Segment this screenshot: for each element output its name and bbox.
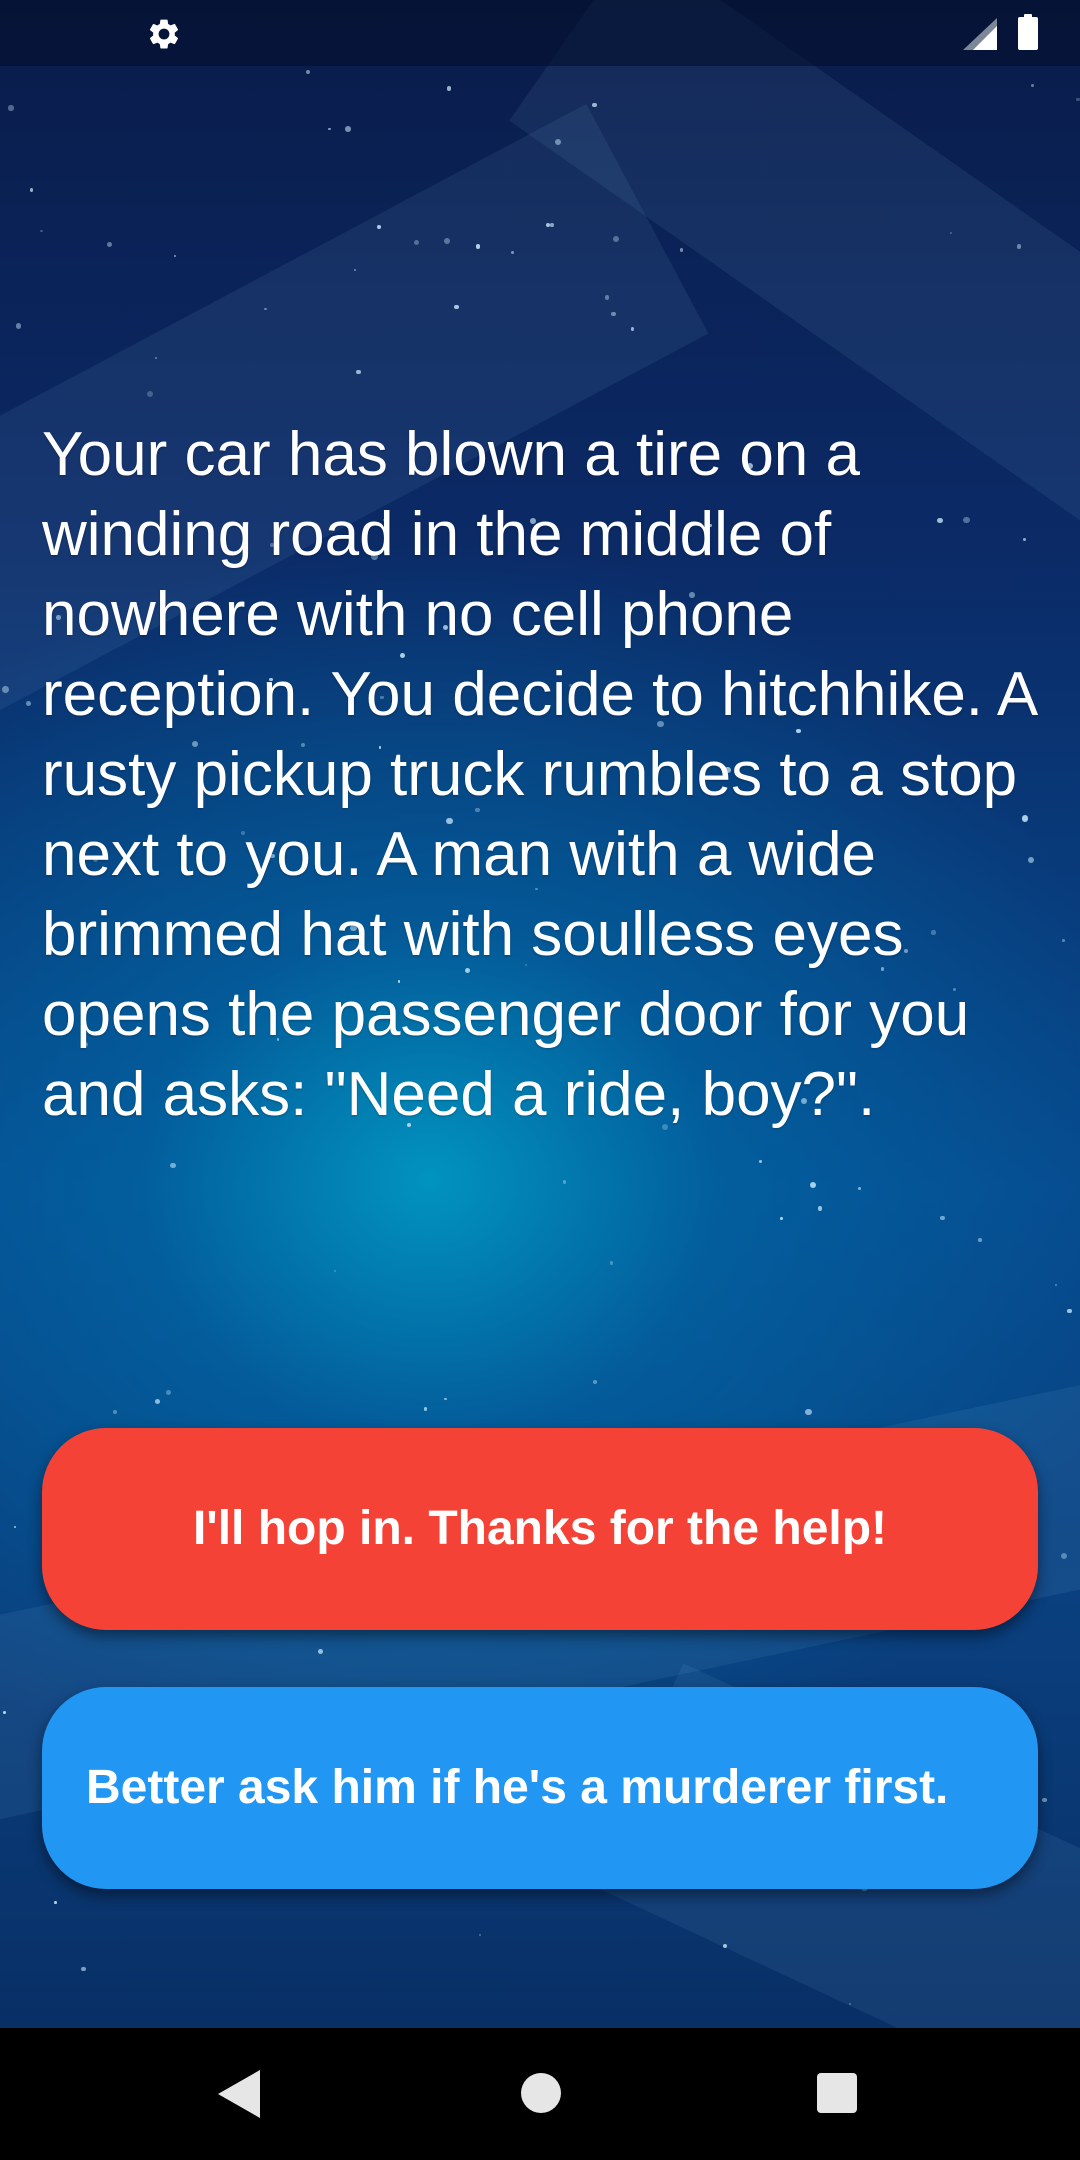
star xyxy=(444,1397,447,1401)
star xyxy=(780,1217,784,1220)
star xyxy=(29,188,34,192)
star xyxy=(478,1933,482,1937)
star xyxy=(1076,97,1080,102)
story-text: Your car has blown a tire on a winding r… xyxy=(42,420,1035,1129)
star xyxy=(15,323,22,329)
star xyxy=(40,229,44,233)
star xyxy=(940,1215,945,1220)
star xyxy=(679,248,684,253)
signal-icon xyxy=(963,18,997,50)
star xyxy=(604,295,609,300)
choice-label: I'll hop in. Thanks for the help! xyxy=(192,1502,888,1555)
gear-icon[interactable] xyxy=(146,16,182,52)
star xyxy=(107,242,113,248)
star xyxy=(333,1270,337,1273)
star xyxy=(81,1966,86,1971)
star xyxy=(592,102,597,107)
star xyxy=(1,685,9,693)
game-screen: Your car has blown a tire on a winding r… xyxy=(0,0,1080,2160)
star xyxy=(112,1410,117,1414)
star xyxy=(154,1399,160,1405)
star xyxy=(817,1206,823,1211)
home-icon[interactable] xyxy=(521,2073,561,2113)
star xyxy=(722,1943,727,1948)
star xyxy=(8,105,14,111)
star xyxy=(356,369,361,375)
star xyxy=(327,127,331,131)
star xyxy=(1031,83,1035,87)
star xyxy=(1054,1284,1057,1287)
star xyxy=(264,307,267,311)
star xyxy=(344,126,351,133)
star xyxy=(166,1389,172,1396)
battery-icon xyxy=(1018,14,1038,50)
star xyxy=(858,1187,861,1190)
choice-button-ask-murderer[interactable]: Better ask him if he's a murderer first. xyxy=(42,1687,1038,1889)
overview-icon[interactable] xyxy=(817,2073,857,2113)
star xyxy=(1042,1797,1047,1802)
star xyxy=(758,1159,763,1164)
star xyxy=(809,1181,816,1188)
star xyxy=(1067,1308,1072,1314)
choice-button-hop-in[interactable]: I'll hop in. Thanks for the help! xyxy=(42,1428,1038,1630)
star xyxy=(305,70,310,75)
star xyxy=(13,1525,17,1529)
star xyxy=(3,1711,7,1714)
star xyxy=(562,1180,566,1184)
star xyxy=(170,1162,176,1169)
star xyxy=(978,1238,982,1242)
star xyxy=(424,1407,428,1411)
star xyxy=(1016,244,1022,249)
status-bar xyxy=(0,0,1080,66)
star xyxy=(550,222,554,227)
star xyxy=(805,1408,812,1416)
star xyxy=(447,86,452,91)
star xyxy=(593,1380,598,1385)
star xyxy=(609,1261,613,1265)
star xyxy=(1062,939,1066,942)
choice-label: Better ask him if he's a murderer first. xyxy=(86,1761,949,1814)
star xyxy=(53,1901,57,1905)
back-icon[interactable] xyxy=(218,2070,260,2118)
star xyxy=(174,254,177,258)
star xyxy=(25,701,31,706)
